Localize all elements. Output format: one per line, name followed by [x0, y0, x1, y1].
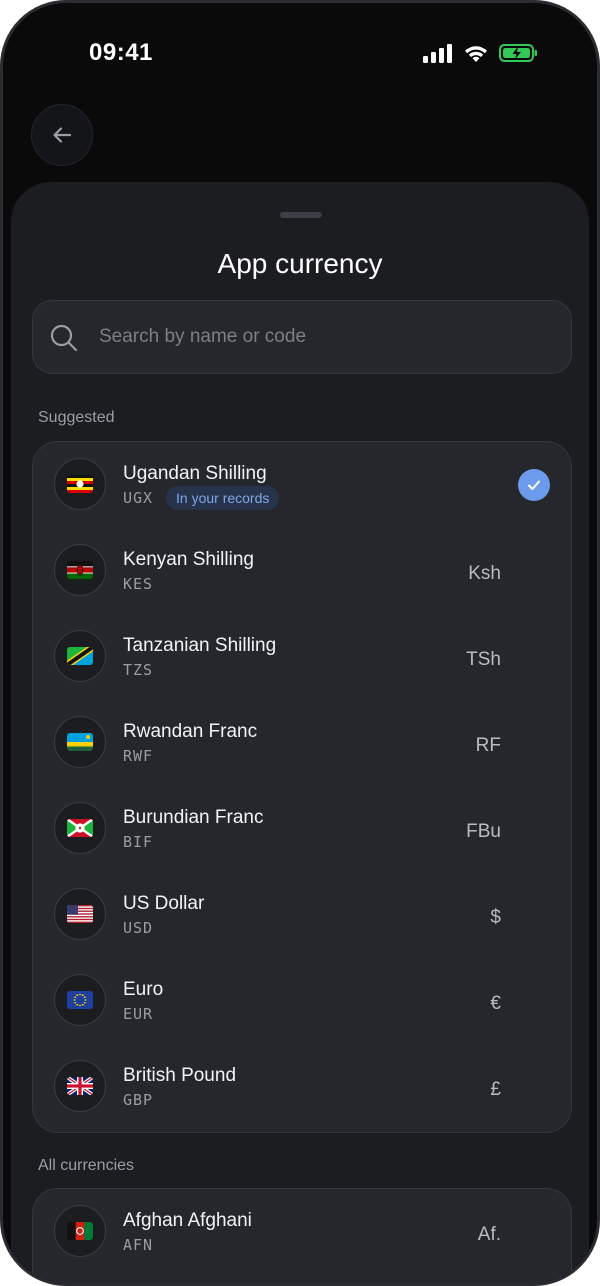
status-bar: 09:41	[3, 3, 597, 103]
flag-badge	[54, 888, 106, 940]
currency-symbol: RF	[475, 735, 501, 756]
search-bar[interactable]	[32, 300, 572, 374]
currency-name: Kenyan Shilling	[123, 549, 254, 570]
currency-row-afn[interactable]: Afghan Afghani AFN Af.	[33, 1189, 571, 1275]
wifi-icon	[465, 46, 487, 62]
status-icons	[423, 43, 539, 63]
phone-screen: 09:41 App currency Search by name or cod…	[0, 0, 600, 1286]
currency-code: BIF	[123, 833, 154, 851]
currency-symbol: $	[490, 907, 501, 928]
currency-code: TZS	[123, 661, 154, 679]
all-currency-list: Afghan Afghani AFN Af.	[32, 1188, 572, 1283]
currency-row-rwf[interactable]: Rwandan Franc RWF RF	[33, 700, 571, 786]
flag-badge	[54, 458, 106, 510]
flag-badge	[54, 544, 106, 596]
currency-symbol: FBu	[466, 821, 501, 842]
currency-name: US Dollar	[123, 893, 205, 914]
section-label-all: All currencies	[38, 1157, 135, 1174]
currency-row-kes[interactable]: Kenyan Shilling KES Ksh	[33, 528, 571, 614]
flag-badge	[54, 1205, 106, 1257]
uganda-flag-icon	[67, 475, 93, 493]
currency-name: Tanzanian Shilling	[123, 635, 277, 656]
afghanistan-flag-icon	[67, 1222, 93, 1240]
battery-charging-icon	[499, 44, 537, 62]
rwanda-flag-icon	[67, 733, 93, 751]
currency-code: AFN	[123, 1236, 154, 1254]
suggested-currency-list: Ugandan Shilling UGX In your records Ken…	[32, 441, 572, 1133]
currency-row-tzs[interactable]: Tanzanian Shilling TZS TSh	[33, 614, 571, 700]
flag-badge	[54, 716, 106, 768]
flag-badge	[54, 630, 106, 682]
currency-code: USD	[123, 919, 154, 937]
in-records-badge: In your records	[166, 486, 280, 510]
flag-badge	[54, 1060, 106, 1112]
currency-name: Burundian Franc	[123, 807, 264, 828]
currency-name: Afghan Afghani	[123, 1210, 252, 1231]
cellular-signal-icon	[423, 44, 452, 63]
sheet-title: App currency	[217, 248, 383, 279]
flag-badge	[54, 974, 106, 1026]
currency-symbol: TSh	[466, 649, 501, 670]
currency-row-bif[interactable]: Burundian Franc BIF FBu	[33, 786, 571, 872]
burundi-flag-icon	[67, 819, 93, 837]
currency-row-ugx[interactable]: Ugandan Shilling UGX In your records	[33, 442, 571, 528]
section-label-suggested: Suggested	[38, 409, 115, 426]
currency-row-gbp[interactable]: British Pound GBP £	[33, 1044, 571, 1130]
checkmark-icon	[528, 480, 540, 490]
currency-code: GBP	[123, 1091, 154, 1109]
usa-flag-icon	[67, 905, 93, 923]
back-button[interactable]	[31, 104, 93, 166]
currency-name: Ugandan Shilling	[123, 463, 267, 484]
search-icon	[50, 324, 78, 352]
uk-flag-icon	[67, 1077, 93, 1095]
status-time: 09:41	[89, 39, 153, 66]
currency-code: EUR	[123, 1005, 154, 1023]
arrow-left-icon	[53, 127, 72, 143]
currency-row-eur[interactable]: Euro EUR €	[33, 958, 571, 1044]
currency-code: UGX	[123, 489, 154, 507]
currency-name: Euro	[123, 979, 164, 1000]
currency-symbol: €	[490, 993, 501, 1014]
currency-sheet: App currency Suggested	[11, 182, 589, 1283]
flag-badge	[54, 802, 106, 854]
tanzania-flag-icon	[67, 647, 93, 665]
currency-code: KES	[123, 575, 154, 593]
sheet-grabber[interactable]	[280, 212, 322, 218]
currency-symbol: £	[490, 1079, 501, 1100]
currency-row-usd[interactable]: US Dollar USD $	[33, 872, 571, 958]
currency-symbol: Af.	[477, 1224, 501, 1245]
currency-code: RWF	[123, 747, 154, 765]
currency-symbol: Ksh	[468, 563, 501, 584]
currency-name: Rwandan Franc	[123, 721, 258, 742]
selected-check	[518, 469, 550, 501]
currency-name: British Pound	[123, 1065, 237, 1086]
eu-flag-icon	[67, 991, 93, 1009]
search-input[interactable]	[99, 319, 539, 355]
kenya-flag-icon	[67, 561, 93, 579]
